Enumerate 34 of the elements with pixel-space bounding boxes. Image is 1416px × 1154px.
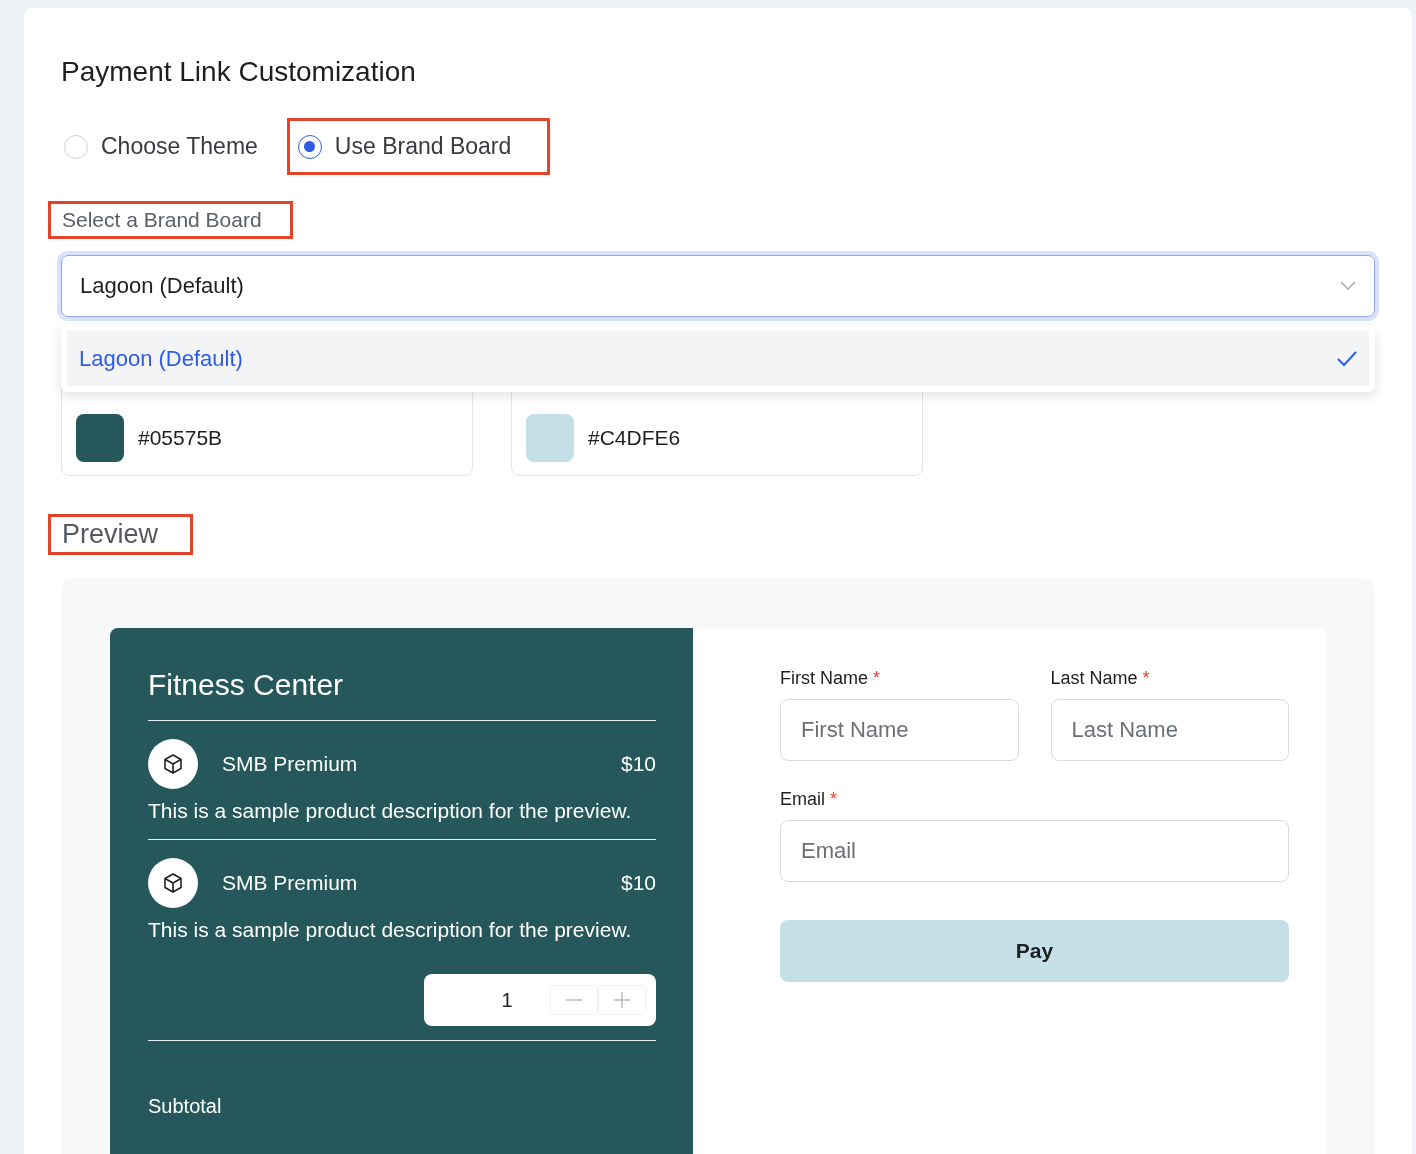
radio-option[interactable]: Use Brand Board [286, 118, 551, 175]
field-label: Select a Brand Board [48, 201, 293, 239]
input-field[interactable]: Email [780, 820, 1289, 882]
required-asterisk: * [830, 789, 838, 810]
subtotal-label: Subtotal [148, 1095, 223, 1118]
field-label: Email [780, 789, 825, 810]
pay-button[interactable]: Pay [780, 920, 1289, 982]
color-hex: #C4DFE6 [588, 425, 681, 451]
dropdown-option[interactable]: Lagoon (Default) [67, 331, 1369, 386]
product-description: This is a sample product description for the preview. [148, 918, 633, 942]
required-asterisk: * [873, 668, 881, 689]
box-icon [148, 858, 198, 908]
product-price: $10 [620, 752, 656, 776]
checkmark-icon [1337, 350, 1357, 367]
product-name: SMB Premium [222, 752, 359, 776]
quantity-stepper[interactable]: 1 [424, 974, 656, 1026]
page-title: Payment Link Customization [61, 56, 417, 88]
input-field[interactable]: First Name [780, 699, 1019, 761]
product-price: $10 [620, 871, 656, 895]
product-description: This is a sample product description for the preview. [148, 799, 633, 823]
minus-icon[interactable] [550, 985, 598, 1015]
chevron-down-icon [1340, 281, 1356, 291]
quantity-value: 1 [500, 988, 514, 1012]
radio-option[interactable]: Choose Theme [61, 118, 261, 175]
box-icon [148, 739, 198, 789]
required-asterisk: * [1142, 668, 1150, 689]
plus-icon[interactable] [598, 985, 646, 1015]
product-name: SMB Premium [222, 871, 359, 895]
section-title: Preview [48, 514, 194, 555]
business-name: Fitness Center [148, 668, 656, 721]
color-hex: #05575B [138, 425, 223, 451]
field-label: Last Name [1050, 668, 1138, 689]
input-field[interactable]: Last Name [1050, 699, 1289, 761]
field-label: First Name [780, 668, 868, 689]
